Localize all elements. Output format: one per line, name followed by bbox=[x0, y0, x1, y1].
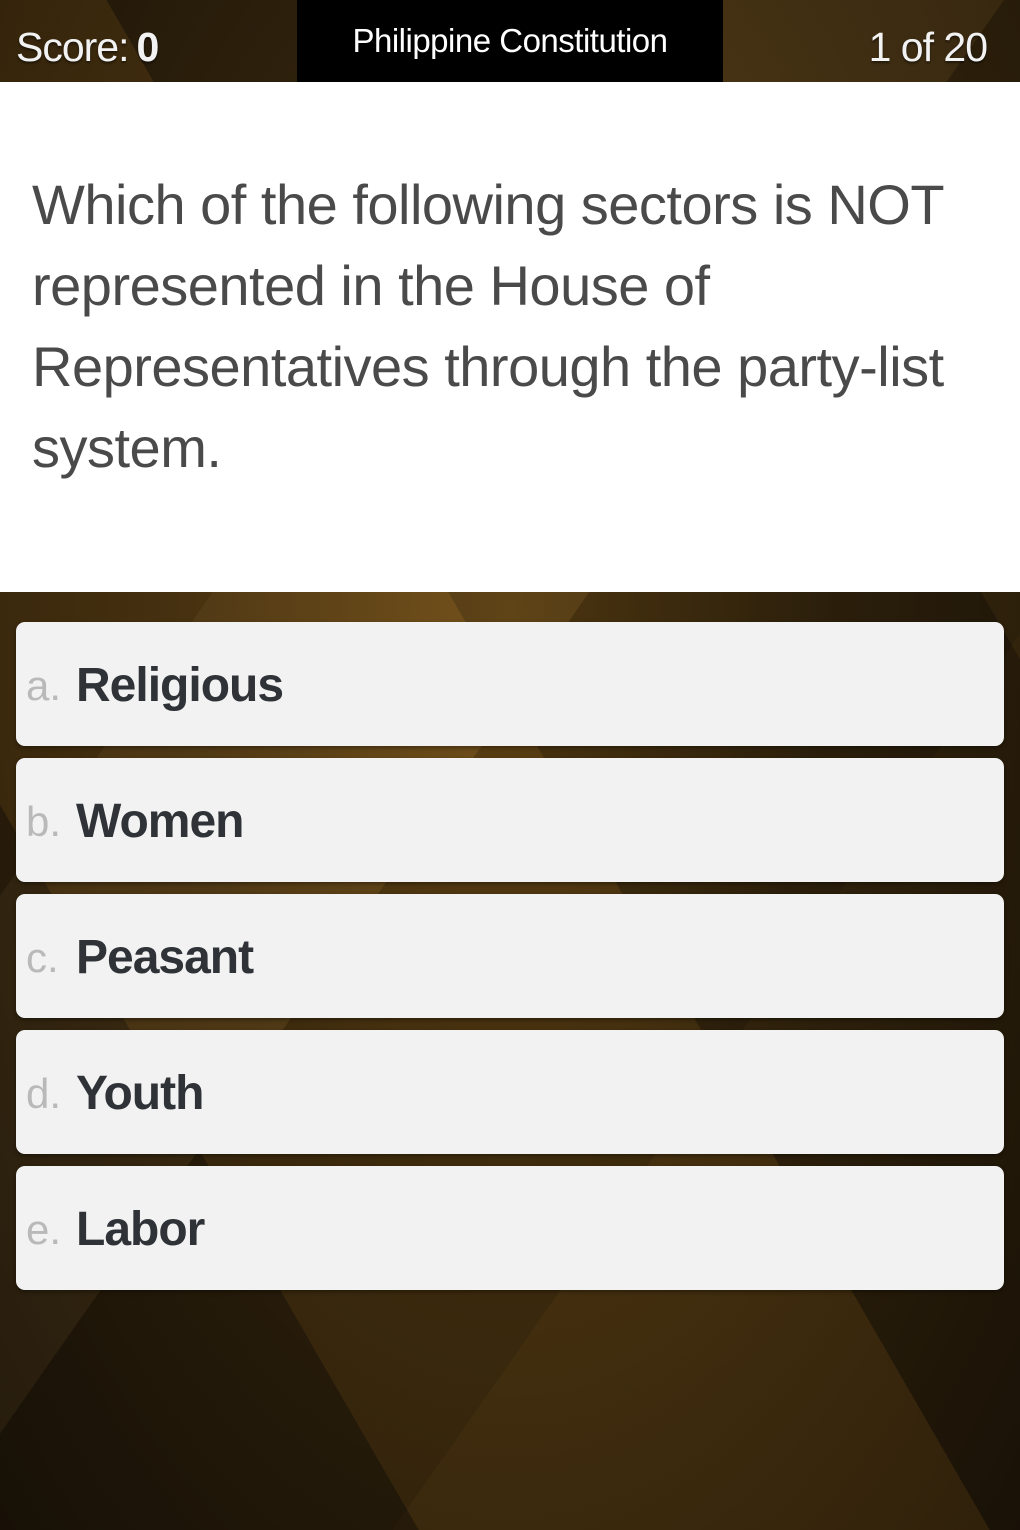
answer-option-b[interactable]: b. Women bbox=[16, 758, 1004, 882]
answer-text: Religious bbox=[76, 659, 284, 712]
question-panel: Which of the following sectors is NOT re… bbox=[0, 82, 1020, 592]
answer-text: Youth bbox=[76, 1067, 204, 1120]
score-label: Score: bbox=[16, 24, 129, 70]
score-value: 0 bbox=[136, 24, 160, 70]
answer-letter: e. bbox=[26, 1206, 62, 1253]
answer-letter: d. bbox=[26, 1070, 62, 1117]
answer-option-d[interactable]: d. Youth bbox=[16, 1030, 1004, 1154]
answer-letter: b. bbox=[26, 798, 62, 845]
answer-option-c[interactable]: c. Peasant bbox=[16, 894, 1004, 1018]
quiz-title: Philippine Constitution bbox=[352, 22, 668, 59]
score-display: Score: 0 bbox=[16, 24, 160, 71]
answer-option-a[interactable]: a. Religious bbox=[16, 622, 1004, 746]
answer-letter: a. bbox=[26, 662, 62, 709]
answer-list: a. Religious b. Women c. Peasant d. Yout… bbox=[16, 622, 1004, 1302]
question-counter: 1 of 20 bbox=[868, 24, 988, 70]
top-bar: Score: 0 Philippine Constitution 1 of 20 bbox=[0, 0, 1020, 82]
answer-text: Women bbox=[76, 795, 244, 848]
quiz-title-box: Philippine Constitution bbox=[297, 0, 723, 82]
answer-text: Peasant bbox=[76, 931, 254, 984]
answer-letter: c. bbox=[26, 934, 59, 981]
answer-option-e[interactable]: e. Labor bbox=[16, 1166, 1004, 1290]
answer-text: Labor bbox=[76, 1203, 205, 1256]
question-text: Which of the following sectors is NOT re… bbox=[32, 173, 944, 479]
